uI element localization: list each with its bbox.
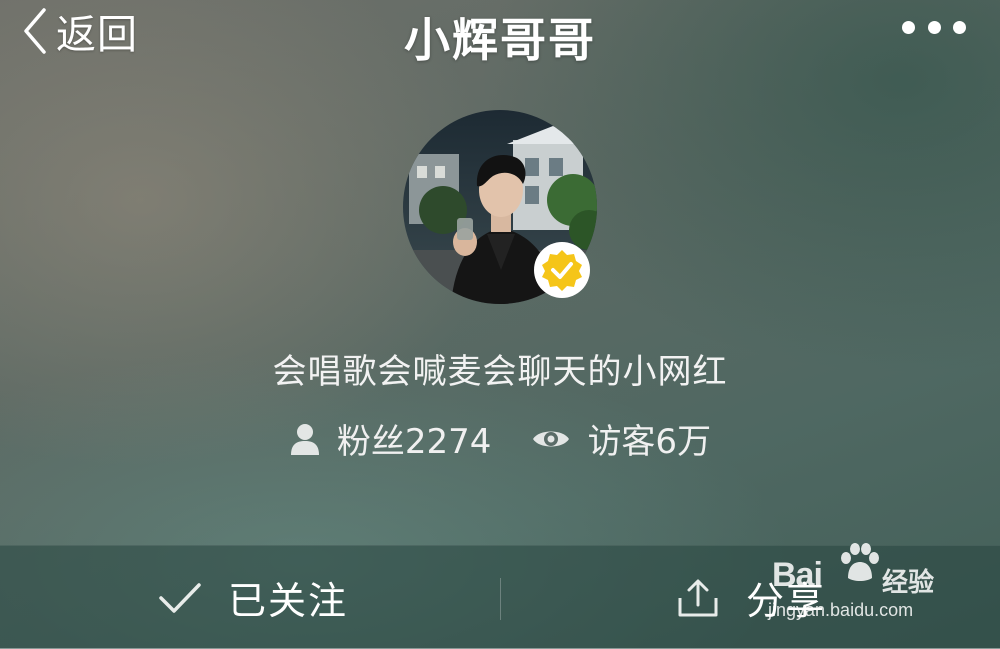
eye-icon bbox=[533, 431, 570, 446]
more-dots-icon[interactable] bbox=[902, 18, 966, 36]
checkmark-icon bbox=[159, 582, 201, 613]
follow-label: 已关注 bbox=[228, 579, 349, 623]
paw-icon bbox=[841, 543, 879, 581]
page-title: 小辉哥哥 bbox=[404, 13, 596, 67]
action-divider bbox=[500, 578, 501, 620]
more-dot bbox=[953, 20, 966, 34]
header-bar: 返回 小辉哥哥 bbox=[0, 0, 1000, 67]
watermark-url: jingyan.baidu.com bbox=[768, 600, 914, 620]
follow-button[interactable]: 已关注 bbox=[158, 546, 348, 649]
more-dot bbox=[927, 20, 941, 34]
more-dot bbox=[902, 20, 915, 34]
fans-stat[interactable]: 粉丝2274 bbox=[289, 414, 492, 463]
verified-check-icon bbox=[534, 242, 590, 298]
watermark-brand: Bai bbox=[772, 556, 823, 594]
person-icon bbox=[290, 423, 319, 455]
fans-label: 粉丝2274 bbox=[336, 422, 492, 462]
share-upload-icon bbox=[678, 579, 718, 616]
profile-screen: 返回 小辉哥哥 会唱歌会喊麦会聊天的小网红 粉丝2274 访客6万 已关注 分享… bbox=[0, 0, 1000, 649]
baidu-jingyan-watermark: Bai 经验 jingyan.baidu.com bbox=[768, 540, 958, 630]
profile-stats: 粉丝2274 访客6万 bbox=[0, 414, 1000, 463]
profile-bio: 会唱歌会喊麦会聊天的小网红 bbox=[272, 352, 728, 392]
visitors-stat[interactable]: 访客6万 bbox=[531, 414, 711, 463]
watermark-tag: 经验 bbox=[882, 568, 935, 598]
visitors-label: 访客6万 bbox=[587, 422, 712, 462]
